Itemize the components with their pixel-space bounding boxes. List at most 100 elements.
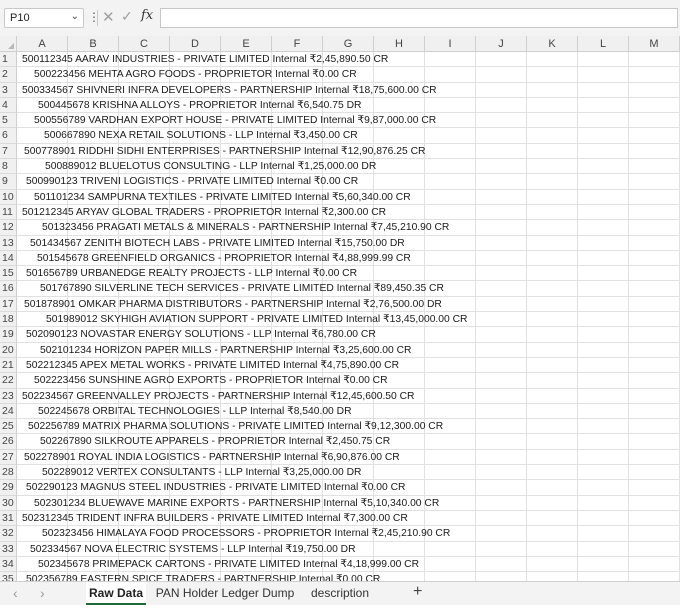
grid-cell[interactable] (476, 419, 527, 435)
grid-cell[interactable] (374, 97, 425, 114)
grid-cell[interactable] (629, 480, 680, 496)
row-header[interactable]: 20 (0, 342, 17, 358)
grid-cell[interactable] (578, 480, 629, 496)
grid-cell[interactable] (527, 403, 578, 420)
grid-cell[interactable] (425, 449, 476, 466)
grid-cell[interactable] (374, 174, 425, 190)
grid-cell[interactable] (629, 434, 680, 450)
column-header[interactable]: E (221, 36, 272, 52)
grid-cell[interactable] (578, 67, 629, 83)
grid-cell[interactable] (629, 67, 680, 83)
column-header[interactable]: K (527, 36, 578, 52)
grid-cell[interactable] (629, 128, 680, 144)
grid-cell[interactable] (578, 526, 629, 542)
grid-cell[interactable] (527, 266, 578, 282)
grid-cell[interactable] (527, 235, 578, 251)
cell-value[interactable]: 502312345 TRIDENT INFRA BUILDERS - PRIVA… (22, 511, 408, 526)
grid-cell[interactable] (578, 266, 629, 282)
row-header[interactable]: 8 (0, 159, 17, 175)
row-header[interactable]: 22 (0, 373, 17, 389)
grid-cell[interactable] (527, 312, 578, 328)
grid-cell[interactable] (629, 342, 680, 358)
grid-cell[interactable] (476, 82, 527, 98)
row-header[interactable]: 25 (0, 419, 17, 435)
more-options-icon[interactable]: ⋮ (88, 9, 100, 25)
grid-cell[interactable] (476, 52, 527, 68)
formula-input[interactable] (160, 8, 678, 28)
grid-cell[interactable] (578, 235, 629, 251)
grid-cell[interactable] (374, 266, 425, 282)
grid-cell[interactable] (476, 510, 527, 527)
grid-cell[interactable] (578, 52, 629, 68)
column-header[interactable]: L (578, 36, 629, 52)
grid-cell[interactable] (578, 419, 629, 435)
grid-cell[interactable] (527, 67, 578, 83)
grid-cell[interactable] (476, 67, 527, 83)
grid-cell[interactable] (476, 556, 527, 573)
grid-cell[interactable] (629, 220, 680, 236)
row-header[interactable]: 27 (0, 449, 17, 466)
cell-value[interactable]: 500889012 BLUELOTUS CONSULTING - LLP Int… (45, 159, 376, 174)
cell-value[interactable]: 501767890 SILVERLINE TECH SERVICES - PRI… (40, 281, 444, 296)
grid-cell[interactable] (425, 143, 476, 160)
grid-cell[interactable] (629, 174, 680, 190)
grid-cell[interactable] (476, 281, 527, 297)
grid-cell[interactable] (425, 373, 476, 389)
grid-cell[interactable] (629, 296, 680, 313)
cell-value[interactable]: 500334567 SHIVNERI INFRA DEVELOPERS - PA… (22, 83, 437, 98)
grid-cell[interactable] (578, 159, 629, 175)
grid-cell[interactable] (578, 357, 629, 374)
grid-cell[interactable] (476, 235, 527, 251)
grid-cell[interactable] (476, 572, 527, 581)
grid-cell[interactable] (578, 495, 629, 511)
grid-cell[interactable] (578, 174, 629, 190)
row-header[interactable]: 4 (0, 97, 17, 114)
grid-cell[interactable] (578, 143, 629, 160)
grid-cell[interactable] (527, 189, 578, 205)
grid-cell[interactable] (578, 250, 629, 267)
grid-cell[interactable] (476, 388, 527, 404)
grid-cell[interactable] (374, 159, 425, 175)
grid-cell[interactable] (527, 510, 578, 527)
grid-cell[interactable] (476, 220, 527, 236)
grid-cell[interactable] (476, 128, 527, 144)
chevron-right-icon[interactable]: › (40, 585, 45, 601)
grid-cell[interactable] (629, 572, 680, 581)
checkmark-icon[interactable]: ✓ (121, 8, 133, 25)
row-header[interactable]: 18 (0, 312, 17, 328)
grid-cell[interactable] (527, 113, 578, 129)
grid-cell[interactable] (425, 556, 476, 573)
cell-value[interactable]: 501878901 OMKAR PHARMA DISTRIBUTORS - PA… (24, 297, 442, 312)
grid-cell[interactable] (527, 434, 578, 450)
grid-cell[interactable] (374, 67, 425, 83)
cell-value[interactable]: 501545678 GREENFIELD ORGANICS - PROPRIET… (37, 251, 411, 266)
grid-cell[interactable] (527, 419, 578, 435)
grid-cell[interactable] (629, 235, 680, 251)
grid-cell[interactable] (578, 510, 629, 527)
cell-value[interactable]: 500667890 NEXA RETAIL SOLUTIONS - LLP In… (44, 128, 358, 143)
grid-cell[interactable] (527, 572, 578, 581)
grid-cell[interactable] (425, 266, 476, 282)
insert-function-button[interactable]: fx (141, 8, 153, 23)
grid-cell[interactable] (476, 526, 527, 542)
row-header[interactable]: 3 (0, 82, 17, 98)
column-header[interactable]: M (629, 36, 680, 52)
row-header[interactable]: 2 (0, 67, 17, 83)
cell-value[interactable]: 500445678 KRISHNA ALLOYS - PROPRIETOR In… (38, 98, 361, 113)
grid-cell[interactable] (578, 434, 629, 450)
row-header[interactable]: 1 (0, 52, 17, 68)
grid-cell[interactable] (629, 189, 680, 205)
grid-cell[interactable] (629, 204, 680, 221)
grid-cell[interactable] (527, 204, 578, 221)
grid-cell[interactable] (425, 159, 476, 175)
row-header[interactable]: 13 (0, 235, 17, 251)
grid-cell[interactable] (578, 342, 629, 358)
grid-cell[interactable] (578, 403, 629, 420)
grid-cell[interactable] (425, 204, 476, 221)
column-header[interactable]: B (68, 36, 119, 52)
grid-cell[interactable] (527, 97, 578, 114)
grid-cell[interactable] (578, 97, 629, 114)
grid-cell[interactable] (578, 556, 629, 573)
grid-cell[interactable] (527, 449, 578, 466)
grid-cell[interactable] (476, 357, 527, 374)
